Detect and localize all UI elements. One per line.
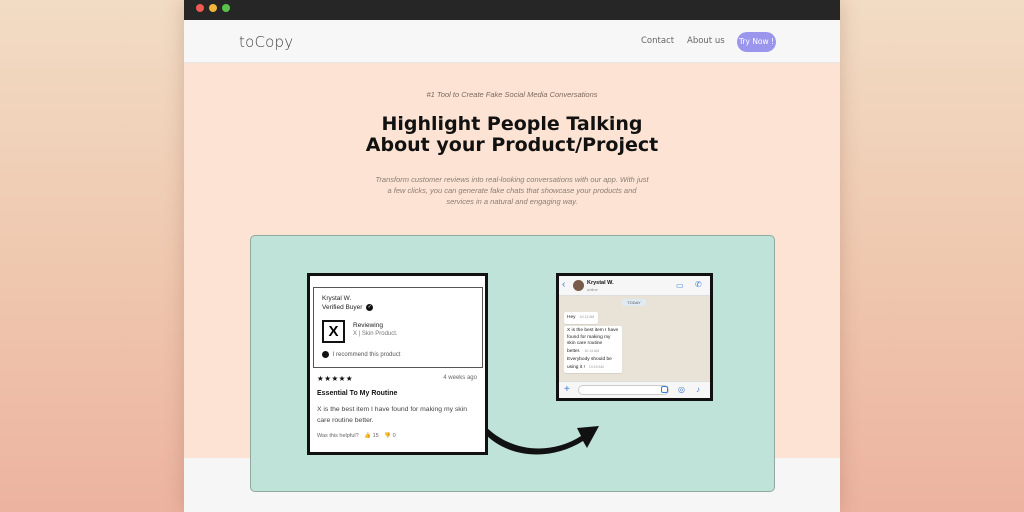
message-time: 10:13 AM	[579, 315, 595, 319]
chevron-left-icon[interactable]: ‹	[562, 279, 565, 290]
hero-tagline: #1 Tool to Create Fake Social Media Conv…	[426, 90, 598, 99]
video-icon[interactable]: ▭	[676, 281, 684, 290]
site-navbar: toCopy Contact About us Try Now !	[184, 20, 840, 63]
verified-text: Verified Buyer	[322, 304, 363, 312]
chat-message: Everybody should be using it ! 10:15 AM	[564, 355, 622, 373]
nav-link-about-us[interactable]: About us	[687, 36, 725, 46]
window-titlebar	[184, 0, 840, 20]
nav-link-contact[interactable]: Contact	[641, 36, 674, 46]
try-now-button[interactable]: Try Now !	[737, 32, 776, 52]
helpful-row: Was this helpful? 👍 15 👎 0	[317, 433, 396, 439]
review-body: X is the best item I have found for maki…	[317, 406, 467, 424]
message-time: 10:14 AM	[584, 348, 600, 353]
star-rating: ★★★★★	[317, 374, 354, 383]
transform-arrow-icon	[485, 426, 599, 455]
reviewer-name: Krystal W.	[322, 295, 352, 302]
reviewer-info-box: Krystal W. Verified Buyer ✓ X Reviewing …	[313, 287, 483, 368]
site-logo[interactable]: toCopy	[239, 33, 293, 51]
browser-window: toCopy Contact About us Try Now ! #1 Too…	[184, 0, 840, 512]
mic-icon[interactable]: ♪	[696, 385, 700, 394]
review-card: Krystal W. Verified Buyer ✓ X Reviewing …	[307, 273, 488, 455]
check-icon: ✓	[366, 304, 374, 311]
helpful-yes-icon[interactable]: 👍	[364, 433, 371, 439]
review-date: 4 weeks ago	[443, 375, 477, 381]
chat-contact-status: online	[587, 287, 598, 292]
sticker-icon[interactable]	[661, 386, 668, 393]
thumbs-up-icon	[322, 351, 329, 358]
helpful-label: Was this helpful?	[317, 433, 359, 439]
verified-buyer-label: Verified Buyer ✓	[322, 304, 374, 312]
plus-icon[interactable]: +	[564, 384, 570, 395]
message-input[interactable]	[578, 385, 669, 395]
helpful-no-icon[interactable]: 👎	[384, 433, 391, 439]
minimize-window-button[interactable]	[209, 4, 217, 12]
helpful-no-count: 0	[392, 433, 396, 439]
recommend-text: I recommend this product	[332, 352, 401, 359]
maximize-window-button[interactable]	[222, 4, 230, 12]
product-logo: X	[322, 320, 345, 343]
product-name: X | Skin Product.	[353, 331, 398, 337]
recommend-line: I recommend this product	[322, 351, 400, 358]
avatar	[573, 280, 584, 291]
close-window-button[interactable]	[196, 4, 204, 12]
chat-input-bar: + ◎ ♪	[559, 381, 710, 398]
showcase-panel: Krystal W. Verified Buyer ✓ X Reviewing …	[250, 235, 775, 492]
headline-line-2: About your Product/Project	[365, 134, 659, 156]
message-time: 10:15 AM	[588, 364, 604, 369]
reviewing-label: Reviewing	[353, 322, 383, 329]
phone-icon[interactable]: ✆	[695, 280, 702, 289]
date-badge: TODAY	[622, 299, 646, 306]
chat-contact-name: Krystal W.	[587, 280, 614, 286]
chat-header: ‹ Krystal W. online ▭ ✆	[559, 276, 710, 296]
chat-message: X is the best item I have found for maki…	[564, 326, 622, 357]
chat-message: Hey 10:13 AM	[564, 312, 598, 324]
headline-line-1: Highlight People Talking	[381, 113, 643, 135]
chat-mockup: ‹ Krystal W. online ▭ ✆ TODAY Hey 10:13 A…	[556, 273, 713, 401]
camera-icon[interactable]: ◎	[678, 385, 685, 394]
hero-headline: Highlight People Talking About your Prod…	[184, 114, 840, 156]
helpful-yes-count: 15	[372, 433, 379, 439]
message-text: Hey	[567, 315, 576, 320]
hero-subtext: Transform customer reviews into real-loo…	[375, 175, 649, 206]
review-title: Essential To My Routine	[317, 390, 398, 397]
